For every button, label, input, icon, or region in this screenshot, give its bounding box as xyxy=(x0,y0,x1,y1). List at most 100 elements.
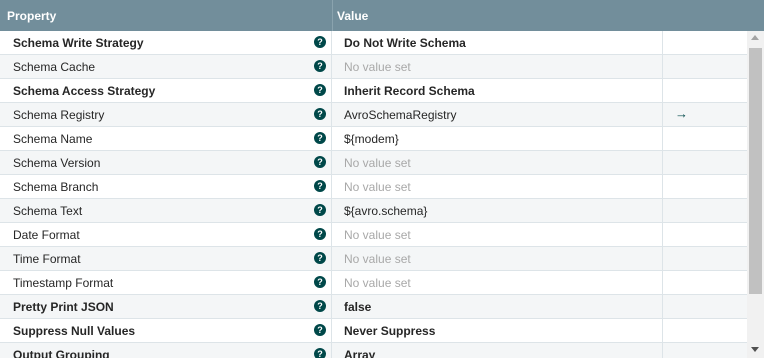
table-row[interactable]: Suppress Null Values? Never Suppress xyxy=(0,319,747,343)
help-icon[interactable]: ? xyxy=(314,132,326,144)
property-name: Schema Cache xyxy=(13,60,96,74)
value-cell[interactable]: No value set xyxy=(332,55,663,78)
vertical-scrollbar[interactable] xyxy=(747,31,764,358)
property-value: No value set xyxy=(344,60,411,74)
property-cell: Timestamp Format? xyxy=(0,271,332,294)
value-cell[interactable]: ${avro.schema} xyxy=(332,199,663,222)
actions-cell xyxy=(663,31,747,54)
property-value: false xyxy=(344,300,372,314)
help-icon[interactable]: ? xyxy=(314,252,326,264)
property-name: Timestamp Format xyxy=(13,276,114,290)
actions-cell xyxy=(663,343,747,358)
value-cell[interactable]: AvroSchemaRegistry xyxy=(332,103,663,126)
actions-cell xyxy=(663,247,747,270)
property-value: ${modem} xyxy=(344,132,399,146)
scroll-down-arrow-icon[interactable] xyxy=(751,347,759,352)
help-icon[interactable]: ? xyxy=(314,180,326,192)
property-cell: Schema Branch? xyxy=(0,175,332,198)
property-cell: Schema Write Strategy? xyxy=(0,31,332,54)
help-icon[interactable]: ? xyxy=(314,156,326,168)
property-cell: Schema Version? xyxy=(0,151,332,174)
column-header-value[interactable]: Value xyxy=(337,9,368,23)
table-row[interactable]: Schema Version? No value set xyxy=(0,151,747,175)
value-cell[interactable]: ${modem} xyxy=(332,127,663,150)
table-row[interactable]: Date Format? No value set xyxy=(0,223,747,247)
value-cell[interactable]: No value set xyxy=(332,271,663,294)
table-row[interactable]: Schema Text? ${avro.schema} xyxy=(0,199,747,223)
property-cell: Schema Name? xyxy=(0,127,332,150)
help-icon[interactable]: ? xyxy=(314,300,326,312)
table-row[interactable]: Pretty Print JSON? false xyxy=(0,295,747,319)
help-icon[interactable]: ? xyxy=(314,228,326,240)
help-icon[interactable]: ? xyxy=(314,60,326,72)
table-row[interactable]: Schema Branch? No value set xyxy=(0,175,747,199)
actions-cell xyxy=(663,295,747,318)
value-cell[interactable]: No value set xyxy=(332,151,663,174)
property-name: Schema Registry xyxy=(13,108,105,122)
help-icon[interactable]: ? xyxy=(314,36,326,48)
table-row[interactable]: Schema Cache? No value set xyxy=(0,55,747,79)
help-icon[interactable]: ? xyxy=(314,348,326,358)
property-cell: Schema Access Strategy? xyxy=(0,79,332,102)
table-row[interactable]: Timestamp Format? No value set xyxy=(0,271,747,295)
property-value: ${avro.schema} xyxy=(344,204,428,218)
help-icon[interactable]: ? xyxy=(314,84,326,96)
table-row[interactable]: Output Grouping? Array xyxy=(0,343,747,358)
actions-cell xyxy=(663,79,747,102)
property-name: Schema Access Strategy xyxy=(13,84,156,98)
table-row[interactable]: Schema Name? ${modem} xyxy=(0,127,747,151)
actions-cell xyxy=(663,319,747,342)
value-cell[interactable]: false xyxy=(332,295,663,318)
property-name: Schema Version xyxy=(13,156,101,170)
value-cell[interactable]: Inherit Record Schema xyxy=(332,79,663,102)
actions-cell xyxy=(663,151,747,174)
column-divider[interactable] xyxy=(332,0,333,31)
go-to-service-arrow-icon[interactable]: → xyxy=(675,106,688,121)
column-header-property[interactable]: Property xyxy=(7,9,56,23)
actions-cell xyxy=(663,127,747,150)
property-name: Suppress Null Values xyxy=(13,324,136,338)
property-name: Schema Text xyxy=(13,204,83,218)
property-value: Do Not Write Schema xyxy=(344,36,466,50)
help-icon[interactable]: ? xyxy=(314,108,326,120)
table-row[interactable]: Schema Access Strategy? Inherit Record Sc… xyxy=(0,79,747,103)
table-body: Schema Write Strategy? Do Not Write Schem… xyxy=(0,31,747,358)
property-cell: Date Format? xyxy=(0,223,332,246)
value-cell[interactable]: No value set xyxy=(332,223,663,246)
value-cell[interactable]: No value set xyxy=(332,247,663,270)
value-cell[interactable]: Never Suppress xyxy=(332,319,663,342)
actions-cell xyxy=(663,55,747,78)
property-cell: Schema Cache? xyxy=(0,55,332,78)
actions-cell xyxy=(663,223,747,246)
property-cell: Time Format? xyxy=(0,247,332,270)
property-value: AvroSchemaRegistry xyxy=(344,108,457,122)
table-row[interactable]: Time Format? No value set xyxy=(0,247,747,271)
property-value: No value set xyxy=(344,252,411,266)
value-cell[interactable]: No value set xyxy=(332,175,663,198)
property-name: Schema Write Strategy xyxy=(13,36,144,50)
property-name: Pretty Print JSON xyxy=(13,300,114,314)
property-cell: Schema Text? xyxy=(0,199,332,222)
property-name: Time Format xyxy=(13,252,81,266)
scrollbar-thumb[interactable] xyxy=(749,48,762,294)
actions-cell xyxy=(663,199,747,222)
property-value: No value set xyxy=(344,180,411,194)
value-cell[interactable]: Do Not Write Schema xyxy=(332,31,663,54)
property-cell: Pretty Print JSON? xyxy=(0,295,332,318)
property-value: No value set xyxy=(344,276,411,290)
table-row[interactable]: Schema Registry? AvroSchemaRegistry → xyxy=(0,103,747,127)
help-icon[interactable]: ? xyxy=(314,324,326,336)
help-icon[interactable]: ? xyxy=(314,276,326,288)
actions-cell xyxy=(663,175,747,198)
actions-cell: → xyxy=(663,103,747,126)
property-cell: Schema Registry? xyxy=(0,103,332,126)
property-name: Date Format xyxy=(13,228,80,242)
scroll-up-arrow-icon[interactable] xyxy=(751,35,759,40)
property-value: Array xyxy=(344,348,376,358)
property-name: Schema Name xyxy=(13,132,93,146)
help-icon[interactable]: ? xyxy=(314,204,326,216)
value-cell[interactable]: Array xyxy=(332,343,663,358)
property-value: Never Suppress xyxy=(344,324,436,338)
table-header: Property Value xyxy=(0,0,764,31)
table-row[interactable]: Schema Write Strategy? Do Not Write Schem… xyxy=(0,31,747,55)
